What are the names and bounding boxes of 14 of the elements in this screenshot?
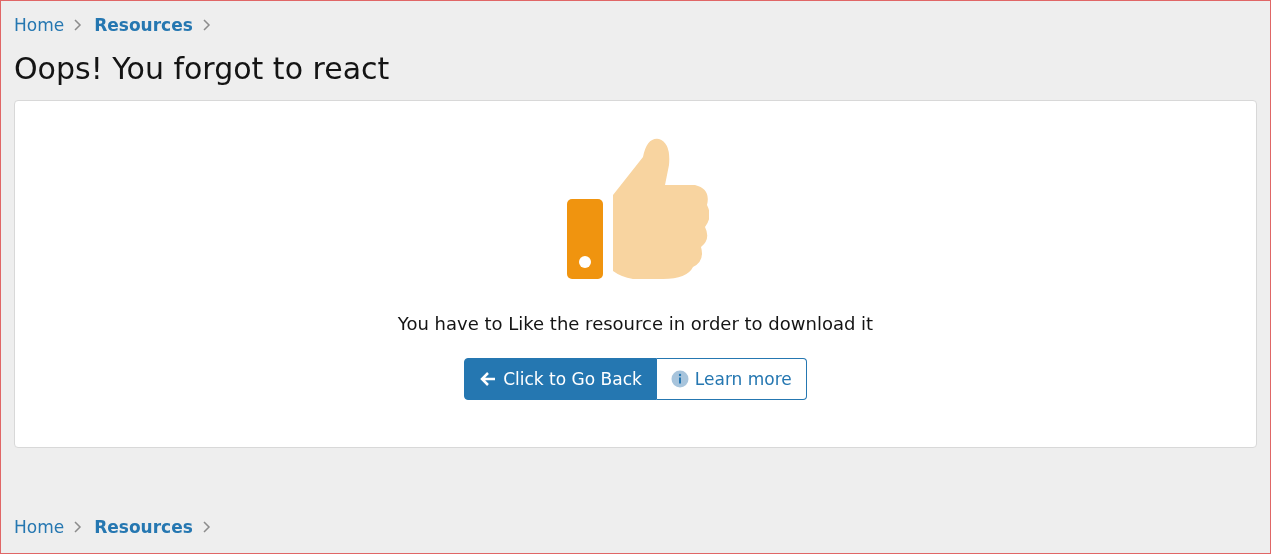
breadcrumb-link[interactable]: Home — [14, 15, 65, 35]
info-icon — [670, 370, 689, 388]
chevron-right-icon — [200, 19, 211, 31]
arrow-left-icon — [479, 371, 498, 387]
breadcrumb-link[interactable]: Home — [14, 517, 65, 537]
chevron-right-icon — [200, 521, 211, 533]
learn-more-button[interactable]: Learn more — [656, 358, 807, 400]
page-title: Oops! You forgot to react — [14, 51, 390, 86]
chevron-right-icon — [72, 19, 83, 31]
chevron-right-icon — [72, 521, 83, 533]
go-back-button[interactable]: Click to Go Back — [464, 358, 657, 400]
breadcrumb-link[interactable]: Resources — [94, 517, 193, 537]
breadcrumb-link[interactable]: Resources — [94, 15, 193, 35]
notice-message: You have to Like the resource in order to download it — [397, 313, 874, 334]
